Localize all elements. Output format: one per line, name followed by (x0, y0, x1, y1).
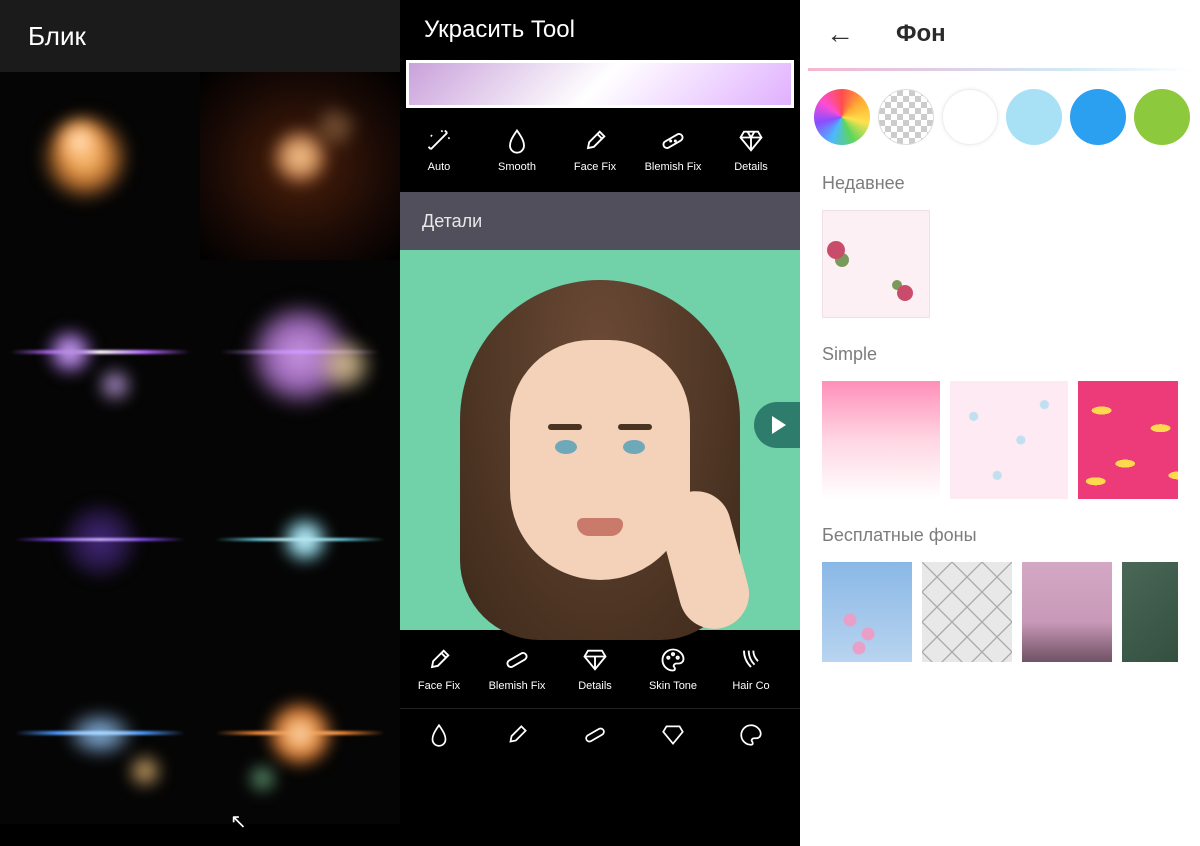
color-swatch-row (800, 89, 1200, 173)
flare-item[interactable] (200, 72, 400, 260)
background-tile[interactable] (1022, 562, 1112, 662)
hair-icon (737, 646, 765, 674)
flare-item[interactable] (200, 636, 400, 824)
tool-auto[interactable]: Auto (400, 127, 478, 173)
color-swatch[interactable] (1070, 89, 1126, 145)
flare-panel-title: Блик (0, 0, 400, 72)
section-heading: Simple (822, 344, 1178, 365)
section-simple: Simple (800, 344, 1200, 499)
diamond-icon (660, 722, 686, 748)
tool-label: Blemish Fix (645, 161, 702, 173)
flare-item[interactable] (200, 448, 400, 636)
tool-label: Details (578, 680, 612, 692)
tool-details[interactable]: Details (712, 127, 790, 173)
background-panel-header: ← Фон (800, 0, 1200, 68)
section-heading: Недавнее (822, 173, 1178, 194)
cursor-icon: ↖ (230, 809, 247, 834)
flare-item[interactable] (0, 72, 200, 260)
tool-icon[interactable] (478, 722, 556, 748)
color-swatch[interactable] (1006, 89, 1062, 145)
palette-icon (738, 722, 764, 748)
tool-icon[interactable] (634, 722, 712, 748)
background-tile[interactable] (950, 381, 1068, 499)
diamond-icon (581, 646, 609, 674)
background-panel-title: Фон (896, 20, 946, 48)
flare-grid (0, 72, 400, 824)
tool-icon[interactable] (712, 722, 790, 748)
preview-photo[interactable] (400, 250, 800, 630)
color-swatch-transparent[interactable] (878, 89, 934, 145)
palette-icon (659, 646, 687, 674)
tool-facefix[interactable]: Face Fix (400, 646, 478, 692)
brush-icon (425, 646, 453, 674)
tool-skintone[interactable]: Skin Tone (634, 646, 712, 692)
tool-label: Blemish Fix (489, 680, 546, 692)
background-tile-recent[interactable] (822, 210, 930, 318)
bandage-icon (503, 646, 531, 674)
background-tile[interactable] (1078, 381, 1178, 499)
background-panel: ← Фон Недавнее Simple Бесплатные фоны (800, 0, 1200, 846)
flare-panel: Блик (0, 0, 400, 846)
color-swatch[interactable] (942, 89, 998, 145)
tool-label: Details (734, 161, 768, 173)
tool-label: Face Fix (574, 161, 616, 173)
tool-label: Auto (428, 161, 451, 173)
tool-row-bottom: Face Fix Blemish Fix Details Skin Tone H… (400, 630, 800, 708)
tool-label: Skin Tone (649, 680, 697, 692)
flare-item[interactable] (200, 260, 400, 448)
diamond-icon (737, 127, 765, 155)
tool-label: Smooth (498, 161, 536, 173)
play-button[interactable] (754, 402, 800, 448)
tool-blemish[interactable]: Blemish Fix (634, 127, 712, 173)
section-title-details: Детали (400, 192, 800, 250)
tool-facefix[interactable]: Face Fix (556, 127, 634, 173)
brush-icon (504, 722, 530, 748)
tool-row-icons (400, 708, 800, 760)
flare-item[interactable] (0, 260, 200, 448)
tool-haircolor[interactable]: Hair Co (712, 646, 790, 692)
back-arrow-icon[interactable]: ← (826, 18, 854, 50)
bandage-icon (582, 722, 608, 748)
bandage-icon (659, 127, 687, 155)
color-swatch-picker[interactable] (814, 89, 870, 145)
tool-row-top: Auto Smooth Face Fix Blemish Fix Details (400, 108, 800, 192)
section-free: Бесплатные фоны (800, 525, 1200, 662)
tool-details[interactable]: Details (556, 646, 634, 692)
tool-icon[interactable] (556, 722, 634, 748)
flare-item[interactable] (0, 636, 200, 824)
section-heading: Бесплатные фоны (822, 525, 1178, 546)
divider (808, 68, 1192, 71)
preview-thumbnail[interactable] (406, 60, 794, 108)
flare-item[interactable] (0, 448, 200, 636)
drop-icon (503, 127, 531, 155)
tool-smooth[interactable]: Smooth (478, 127, 556, 173)
drop-icon (426, 722, 452, 748)
background-tile[interactable] (822, 562, 912, 662)
brush-icon (581, 127, 609, 155)
beautify-panel-title: Украсить Tool (400, 0, 800, 60)
color-swatch[interactable] (1134, 89, 1190, 145)
tool-blemish[interactable]: Blemish Fix (478, 646, 556, 692)
tool-icon[interactable] (400, 722, 478, 748)
tool-label: Face Fix (418, 680, 460, 692)
background-tile[interactable] (1122, 562, 1178, 662)
section-recent: Недавнее (800, 173, 1200, 318)
beautify-panel: Украсить Tool Auto Smooth Face Fix Blemi… (400, 0, 800, 846)
tool-label: Hair Co (732, 680, 769, 692)
wand-icon (425, 127, 453, 155)
background-tile[interactable] (922, 562, 1012, 662)
background-tile[interactable] (822, 381, 940, 499)
